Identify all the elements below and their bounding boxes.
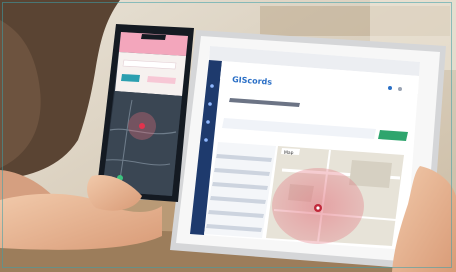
nav-icon-1: [210, 84, 214, 88]
phone-pin-icon: [139, 123, 145, 129]
photo-scene: GIScords Map: [0, 0, 456, 272]
phone-teal-button: [121, 74, 140, 82]
header-icon-1: [388, 86, 392, 90]
nav-icon-3: [206, 120, 210, 124]
nav-icon-4: [204, 138, 208, 142]
map-tab-label: Map: [284, 150, 294, 156]
phone-notch: [141, 34, 166, 40]
header-icon-2: [398, 87, 402, 91]
nav-icon-2: [208, 102, 212, 106]
map-block: [349, 160, 392, 188]
phone-form-area: [115, 52, 186, 96]
